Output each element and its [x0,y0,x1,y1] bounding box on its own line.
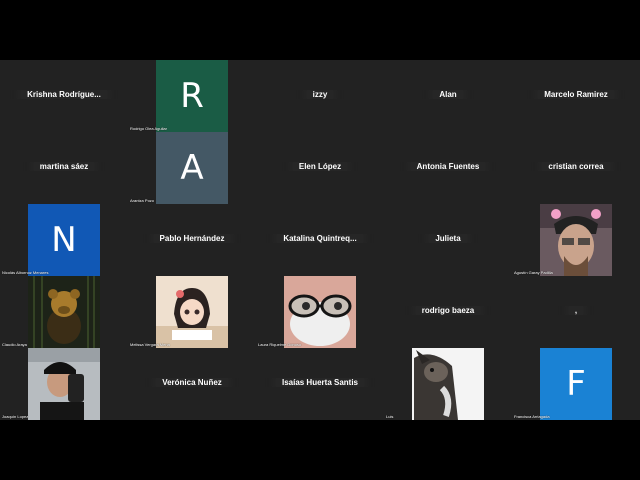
participant-tile[interactable]: Claudio Araya [0,276,128,348]
participant-name: Verónica Nuñez [156,378,228,387]
profile-picture [28,348,100,420]
profile-picture [156,276,228,348]
bear-image [28,276,100,348]
participant-tile[interactable]: F Francisca Arriagada [512,348,640,420]
cat-image [412,348,484,420]
participant-name: Claudio Araya [2,342,27,347]
participant-tile[interactable]: Alan [384,60,512,132]
participant-tile[interactable]: Elen López [256,132,384,204]
participant-name: izzy [306,90,334,99]
participant-name: Isaías Huerta Santis [275,378,365,387]
participant-name: Alan [433,90,463,99]
participant-name: Krishna Rodrígue... [21,90,107,99]
participant-name: Laura Riquelme Donoso [258,342,302,347]
participant-name: Arantza Pozo [130,198,155,203]
participant-tile[interactable]: Joaquín Lopez [0,348,128,420]
participant-tile[interactable]: Pablo Hernández [128,204,256,276]
participant-tile[interactable]: R Rodrigo Olea Aguilar [128,60,256,132]
participant-name: cristian correa [542,162,610,171]
participant-tile[interactable]: Julieta [384,204,512,276]
participant-tile[interactable]: Katalina Quintreq... [256,204,384,276]
participant-tile[interactable]: Melissa Vergara Mena [128,276,256,348]
participant-name: Katalina Quintreq... [277,234,363,243]
participant-tile[interactable]: Marcelo Ramirez [512,60,640,132]
profile-picture [28,276,100,348]
anime-girl-image [156,276,228,348]
participant-tile[interactable]: N Nicolás Albornoz Menares [0,204,128,276]
participant-name: , [568,306,584,315]
participant-name: Nicolás Albornoz Menares [2,270,49,275]
participant-name: Luis [386,414,394,419]
participant-name: rodrigo baeza [415,306,481,315]
profile-picture [284,276,356,348]
participant-name: Francisca Arriagada [514,414,550,419]
participant-name: martina sáez [33,162,95,171]
participant-tile[interactable]: Agustín Garay Padilla [512,204,640,276]
participant-tile[interactable]: A Arantza Pozo [128,132,256,204]
participant-name: Antonia Fuentes [410,162,486,171]
glasses-image [284,276,356,348]
participant-name: Joaquín Lopez [2,414,29,419]
participant-name: Rodrigo Olea Aguilar [130,126,167,131]
participant-tile[interactable]: Verónica Nuñez [128,348,256,420]
participant-tile[interactable]: cristian correa [512,132,640,204]
video-grid: Krishna Rodrígue... R Rodrigo Olea Aguil… [0,60,640,420]
participant-tile[interactable]: , [512,276,640,348]
participant-name: Pablo Hernández [153,234,231,243]
participant-name: Elen López [292,162,348,171]
participant-tile[interactable]: Krishna Rodrígue... [0,60,128,132]
avatar: F [540,348,612,420]
participant-tile[interactable]: Antonia Fuentes [384,132,512,204]
participant-tile[interactable]: martina sáez [0,132,128,204]
participant-name: Agustín Garay Padilla [514,270,553,275]
man-with-glasses-image [540,204,612,276]
avatar: A [156,132,228,204]
profile-picture [540,204,612,276]
profile-picture [412,348,484,420]
avatar: R [156,60,228,132]
participant-name: Marcelo Ramirez [538,90,614,99]
participant-name: Julieta [429,234,467,243]
participant-tile[interactable]: rodrigo baeza [384,276,512,348]
avatar: N [28,204,100,276]
participant-tile[interactable]: izzy [256,60,384,132]
participant-tile[interactable]: Isaías Huerta Santis [256,348,384,420]
participant-tile[interactable]: Luis [384,348,512,420]
selfie-image [28,348,100,420]
participant-tile[interactable]: Laura Riquelme Donoso [256,276,384,348]
participant-name: Melissa Vergara Mena [130,342,170,347]
